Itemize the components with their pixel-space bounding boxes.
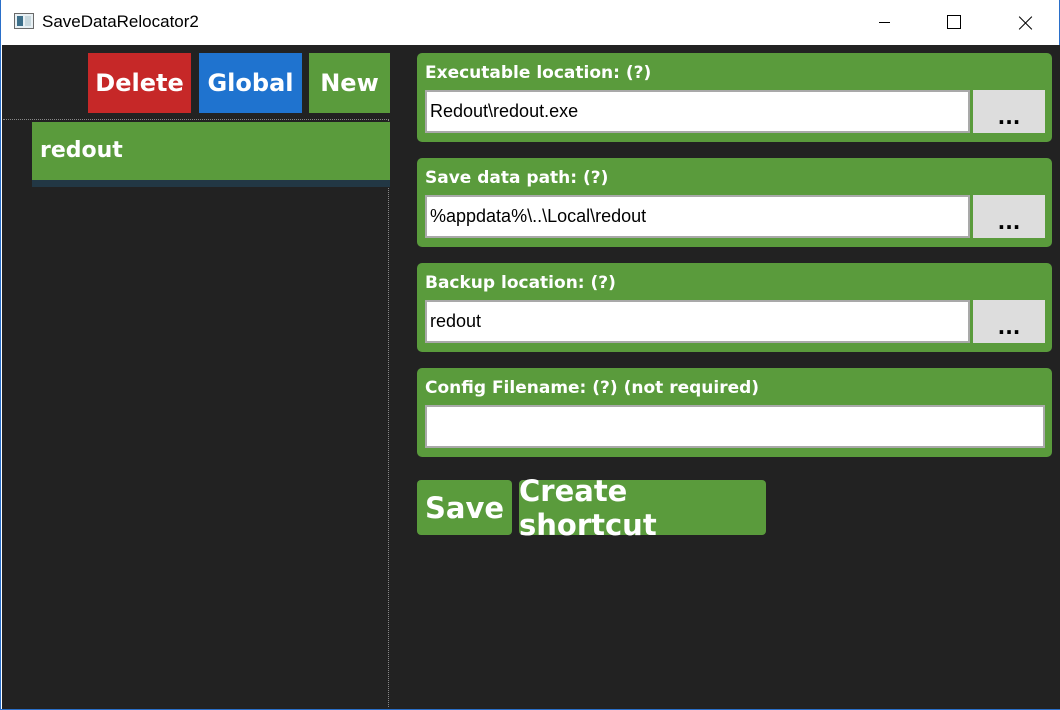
backup-browse-button[interactable]: ... xyxy=(973,300,1045,343)
executable-field[interactable] xyxy=(425,90,970,133)
app-window: SaveDataRelocator2 Delete Global New red… xyxy=(0,0,1060,710)
config-panel: Config Filename: (?) (not required) xyxy=(417,368,1052,457)
new-button[interactable]: New xyxy=(309,53,390,113)
config-field[interactable] xyxy=(425,405,1045,448)
config-label: Config Filename: (?) (not required) xyxy=(425,378,760,398)
backup-field[interactable] xyxy=(425,300,970,343)
app-window-icon xyxy=(14,13,34,29)
executable-panel: Executable location: (?) ... xyxy=(417,53,1052,142)
list-item-redout[interactable]: redout xyxy=(32,122,390,180)
backup-label: Backup location: (?) xyxy=(425,273,616,293)
list-item-label: redout xyxy=(40,138,123,163)
global-button[interactable]: Global xyxy=(199,53,302,113)
delete-button[interactable]: Delete xyxy=(88,53,191,113)
save-button[interactable]: Save xyxy=(417,480,512,535)
executable-label: Executable location: (?) xyxy=(425,63,652,83)
window-title: SaveDataRelocator2 xyxy=(42,12,199,31)
maximize-icon[interactable] xyxy=(931,0,977,45)
save-data-label: Save data path: (?) xyxy=(425,168,609,188)
minimize-icon[interactable] xyxy=(861,0,907,45)
backup-panel: Backup location: (?) ... xyxy=(417,263,1052,352)
list-item-underline xyxy=(32,180,390,187)
executable-browse-button[interactable]: ... xyxy=(973,90,1045,133)
client-area: Delete Global New redout Executable loca… xyxy=(2,45,1060,709)
save-data-field[interactable] xyxy=(425,195,970,238)
game-list[interactable]: redout xyxy=(3,119,390,707)
create-shortcut-button[interactable]: Create shortcut xyxy=(519,474,766,542)
save-data-panel: Save data path: (?) ... xyxy=(417,158,1052,247)
title-bar[interactable]: SaveDataRelocator2 xyxy=(1,0,1059,45)
save-data-browse-button[interactable]: ... xyxy=(973,195,1045,238)
close-icon[interactable] xyxy=(1002,0,1048,45)
